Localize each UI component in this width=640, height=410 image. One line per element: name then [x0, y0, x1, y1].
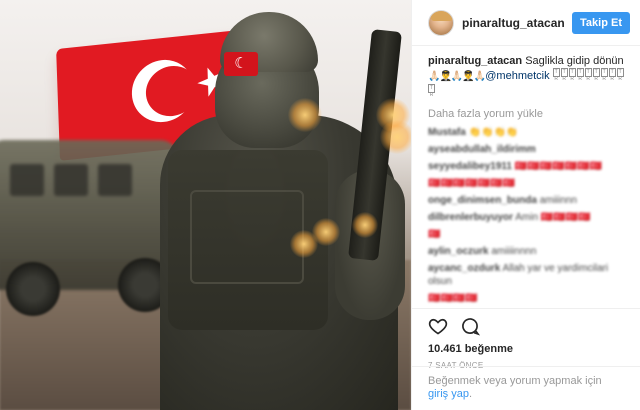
comment-item: onge_dinimsen_bunda amiiinnn	[428, 194, 630, 207]
comment-text: 🇹🇷🇹🇷🇹🇷🇹🇷	[428, 293, 478, 304]
flag-glyph-box: TR	[428, 84, 435, 98]
caption-username[interactable]: pinaraltug_atacan	[428, 55, 522, 67]
comment-text: 🇹🇷🇹🇷🇹🇷🇹🇷🇹🇷🇹🇷🇹🇷	[428, 178, 516, 189]
caption-text: Saglikla gidip dönün	[525, 55, 624, 67]
post-header: pinaraltug_atacan Takip Et	[412, 0, 640, 46]
comment-text: amiiinnn	[539, 195, 577, 206]
comment-item: ayseabdullah_ildirimm	[428, 143, 630, 156]
comment-item: seyyedalibey1911 🇹🇷🇹🇷🇹🇷🇹🇷🇹🇷🇹🇷🇹🇷	[428, 160, 630, 173]
vehicle-window	[10, 164, 44, 196]
comment-text: amiiiinnnn	[491, 246, 537, 257]
comment-item: aycanc_ozdurk Allah yar ve yardimcilari …	[428, 262, 630, 288]
comment-item: 🇹🇷🇹🇷🇹🇷🇹🇷	[428, 292, 630, 305]
vehicle-window	[98, 164, 132, 196]
flag-glyph-box: TR	[576, 68, 584, 82]
comment-text: 🇹🇷	[428, 229, 441, 240]
login-prompt: Beğenmek veya yorum yapmak için giriş ya…	[412, 366, 640, 410]
follow-button[interactable]: Takip Et	[572, 11, 630, 34]
bokeh-light	[288, 98, 322, 132]
comment-username[interactable]: onge_dinimsen_bunda	[428, 195, 537, 206]
login-prompt-suffix: .	[468, 388, 473, 400]
comment-item: Mustafa 👏👏👏👏	[428, 126, 630, 139]
comment-text: Amin 🇹🇷🇹🇷🇹🇷🇹🇷	[515, 212, 591, 223]
post-sidebar: pinaraltug_atacan Takip Et pinaraltug_at…	[411, 0, 640, 410]
soldier: ☾	[150, 0, 411, 410]
comment-text: 👏👏👏👏	[468, 127, 519, 138]
comment-item: 🇹🇷	[428, 228, 630, 241]
flag-glyph-box: TR	[616, 68, 624, 82]
comment-username[interactable]: dilbrenlerbuyuyor	[428, 212, 513, 223]
instagram-post-view: ★ ☾ pinaraltug_atacan Takip Et pinaraltu…	[0, 0, 640, 410]
vehicle-wheel	[6, 262, 60, 316]
caption-emojis: 🙏🏻👨‍✈️🙏🏻👨‍✈️🙏🏻	[428, 71, 486, 82]
post-caption: pinaraltug_atacan Saglikla gidip dönün 🙏…	[428, 54, 630, 99]
flag-glyph-box: TR	[608, 68, 616, 82]
flag-glyph-box: TR	[584, 68, 592, 82]
comment-icon[interactable]	[460, 316, 481, 336]
heart-icon[interactable]	[428, 316, 448, 336]
login-link[interactable]: giriş yap	[428, 388, 469, 400]
flag-glyph-box: TR	[560, 68, 568, 82]
comment-item: dilbrenlerbuyuyor Amin 🇹🇷🇹🇷🇹🇷🇹🇷	[428, 211, 630, 224]
comment-list: Mustafa 👏👏👏👏 ayseabdullah_ildirimm seyyed…	[428, 126, 630, 308]
flag-glyph-box: TR	[592, 68, 600, 82]
header-username[interactable]: pinaraltug_atacan	[462, 16, 572, 30]
vehicle-window	[54, 164, 88, 196]
post-actions: 10.461 beğenme 7 SAAT ÖNCE	[412, 308, 640, 370]
comment-item: 🇹🇷🇹🇷🇹🇷🇹🇷🇹🇷🇹🇷🇹🇷	[428, 177, 630, 190]
comment-text: 🇹🇷🇹🇷🇹🇷🇹🇷🇹🇷🇹🇷🇹🇷	[514, 161, 602, 172]
flag-glyph-box: TR	[552, 68, 560, 82]
comment-username[interactable]: Mustafa	[428, 127, 466, 138]
caption-mention[interactable]: @mehmetcik	[485, 70, 549, 82]
flag-glyph-box: TR	[568, 68, 576, 82]
like-count[interactable]: 10.461 beğenme	[428, 343, 624, 355]
bokeh-light	[380, 120, 411, 154]
flag-patch: ☾	[224, 52, 258, 76]
comment-username[interactable]: ayseabdullah_ildirimm	[428, 144, 536, 155]
bokeh-light	[352, 212, 378, 238]
avatar[interactable]	[428, 9, 454, 36]
comment-username[interactable]: seyyedalibey1911	[428, 161, 512, 172]
bokeh-light	[290, 230, 318, 258]
flag-glyph-box: TR	[600, 68, 608, 82]
login-prompt-text: Beğenmek veya yorum yapmak için	[428, 375, 602, 387]
load-more-comments[interactable]: Daha fazla yorum yükle	[428, 108, 630, 120]
post-photo: ★ ☾	[0, 0, 411, 410]
comment-username[interactable]: aylin_oczurk	[428, 246, 489, 257]
comment-item: aylin_oczurk amiiiinnnn	[428, 245, 630, 258]
comments-section: pinaraltug_atacan Saglikla gidip dönün 🙏…	[412, 46, 640, 308]
comment-username[interactable]: aycanc_ozdurk	[428, 263, 500, 274]
